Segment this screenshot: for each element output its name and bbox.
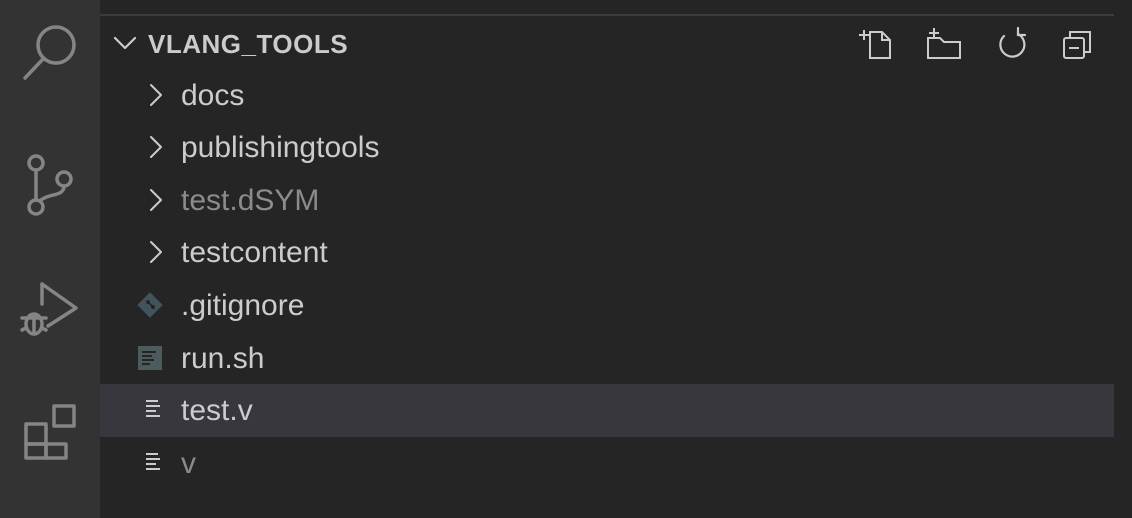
run-debug-button[interactable] <box>0 255 100 365</box>
refresh-button[interactable] <box>992 24 1032 64</box>
tree-item-label: v <box>181 447 196 480</box>
source-control-icon <box>27 154 73 216</box>
collapse-all-button[interactable] <box>1058 24 1098 64</box>
source-control-button[interactable] <box>0 130 100 240</box>
chevron-right-icon <box>150 189 162 211</box>
new-file-icon <box>859 30 891 59</box>
folder-title: VLANG_TOOLS <box>148 29 349 59</box>
tree-file-v[interactable]: v <box>100 437 1114 490</box>
tree-item-label: test.v <box>181 394 253 427</box>
tree-item-label: docs <box>181 79 245 112</box>
tree-item-label: .gitignore <box>181 289 305 322</box>
extensions-button[interactable] <box>0 375 100 485</box>
tree-folder-testcontent[interactable]: testcontent <box>100 226 1114 279</box>
run-debug-icon <box>20 282 78 336</box>
git-file-icon <box>137 292 163 318</box>
text-file-icon <box>146 400 160 417</box>
new-file-button[interactable] <box>856 24 896 64</box>
refresh-icon <box>999 26 1027 58</box>
tree-folder-test-dsym[interactable]: test.dSYM <box>100 174 1114 227</box>
chevron-right-icon <box>150 136 162 158</box>
tree-file-test-v[interactable]: test.v <box>100 384 1114 437</box>
sidebar-edge <box>1114 0 1132 518</box>
extensions-icon <box>24 404 76 460</box>
new-folder-icon <box>927 28 961 59</box>
tree-file-run-sh[interactable]: run.sh <box>100 332 1114 385</box>
tree-item-label: run.sh <box>181 342 265 375</box>
tree-item-label: test.dSYM <box>181 184 320 217</box>
shell-file-icon <box>138 346 162 370</box>
folder-header[interactable]: VLANG_TOOLS <box>100 18 1114 68</box>
chevron-right-icon <box>150 84 162 106</box>
tree-file-gitignore[interactable]: .gitignore <box>100 279 1114 332</box>
activity-bar <box>0 0 100 518</box>
tree-folder-docs[interactable]: docs <box>100 69 1114 122</box>
search-icon <box>23 25 76 80</box>
chevron-right-icon <box>150 241 162 263</box>
chevron-down-icon <box>113 36 137 50</box>
divider <box>100 14 1114 16</box>
new-folder-button[interactable] <box>924 24 964 64</box>
collapse-all-icon <box>1063 31 1091 59</box>
tree-item-label: publishingtools <box>181 131 380 164</box>
tree-folder-publishingtools[interactable]: publishingtools <box>100 121 1114 174</box>
text-file-icon <box>146 453 160 470</box>
search-button[interactable] <box>0 0 100 110</box>
explorer-sidebar: VLANG_TOOLS docs publishingtools test.dS… <box>100 0 1132 518</box>
tree-item-label: testcontent <box>181 236 328 269</box>
